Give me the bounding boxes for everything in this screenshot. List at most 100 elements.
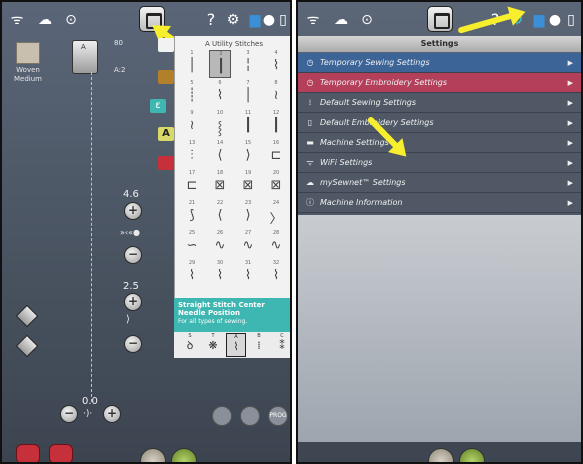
stitch-number: 3	[246, 50, 250, 56]
stitch-width-plus-button[interactable]: +	[124, 202, 142, 220]
stitch-item[interactable]: 15 ⟩	[237, 140, 259, 168]
stitch-menu: A Utility Stitches 1 │ 2 ┃ 3 ╎ 4 ⌇ 5 ┊ 6 ⌇ 7 │ 8 ≀ 9 ≀ 10 ⸾…	[174, 36, 290, 298]
stitch-number: 27	[244, 230, 252, 236]
fabric-icon[interactable]	[16, 42, 40, 64]
settings-item[interactable]: ▬ Machine Settings ▶	[298, 133, 581, 153]
stitch-glyph-icon: ∽	[186, 238, 198, 253]
stitch-item[interactable]: 1 │	[181, 50, 203, 78]
stitch-number: 17	[188, 170, 196, 176]
stitch-number: 18	[216, 170, 224, 176]
wifi-icon[interactable]: ᯤ	[8, 11, 26, 29]
stitch-item[interactable]: 8 ≀	[265, 80, 287, 108]
stitch-item[interactable]: 24 〉	[265, 200, 287, 228]
settings-icon[interactable]: ⚙	[224, 11, 242, 29]
stitch-item[interactable]: 9 ≀	[181, 110, 203, 138]
stitch-item[interactable]: 3 ╎	[237, 50, 259, 78]
quick-help-icon[interactable]	[49, 444, 73, 462]
stitch-item[interactable]: 4 ⌇	[265, 50, 287, 78]
stitch-item[interactable]: 13 ⫶	[181, 140, 203, 168]
stitch-item[interactable]: 32 ⌇	[265, 260, 287, 288]
stitch-item[interactable]: 19 ⊠	[237, 170, 259, 198]
bobbin-icon[interactable]	[140, 448, 166, 462]
settings-empty-area	[298, 215, 581, 442]
tab-stitch-techniques[interactable]: ɛ	[150, 99, 166, 113]
cloud-icon[interactable]: ☁	[36, 11, 54, 29]
thread-icon[interactable]	[459, 448, 485, 462]
needle-position-plus-button[interactable]: +	[103, 405, 121, 423]
stitch-number: 9	[190, 110, 194, 116]
stitch-item[interactable]: 10 ⸾	[209, 110, 231, 138]
stitch-glyph-icon: ⌇	[272, 58, 280, 73]
stitch-item[interactable]: 26 ∿	[209, 230, 231, 258]
settings-item-label: mySewnet™ Settings	[320, 178, 406, 187]
help-icon[interactable]: ?	[202, 11, 220, 29]
stitch-category-c[interactable]: C ⁑	[272, 333, 290, 357]
stitch-item[interactable]: 12 ┃	[265, 110, 287, 138]
stitch-glyph-icon: ╎	[244, 58, 252, 73]
stitch-number: 2	[219, 51, 223, 57]
stitch-glyph-icon: ⌇	[244, 268, 252, 283]
stitch-item[interactable]: 25 ∽	[181, 230, 203, 258]
settings-item[interactable]: ◷ Temporary Embroidery Settings ▶	[298, 73, 581, 93]
tab-stitch-menu[interactable]	[158, 38, 174, 52]
stitch-item[interactable]: 17 ⊏	[181, 170, 203, 198]
tab-bobbin[interactable]	[158, 70, 174, 84]
file-icon[interactable]	[240, 406, 260, 426]
stitch-category-b[interactable]: B ⁞	[249, 333, 269, 357]
thread-icon[interactable]	[171, 448, 197, 462]
settings-item[interactable]: ☁ mySewnet™ Settings ▶	[298, 173, 581, 193]
stitch-item[interactable]: 30 ⌇	[209, 260, 231, 288]
stitch-item[interactable]: 31 ⌇	[237, 260, 259, 288]
stitch-item[interactable]: 11 ┃	[237, 110, 259, 138]
stitch-length-minus-button[interactable]: −	[124, 335, 142, 353]
settings-item[interactable]: ▯Default Embroidery Settings▶	[298, 113, 581, 133]
stitch-number: 11	[244, 110, 252, 116]
stitch-item[interactable]: 18 ⊠	[209, 170, 231, 198]
needle-line	[91, 72, 92, 402]
shape-icon[interactable]	[16, 444, 40, 462]
stitch-glyph-icon: │	[188, 58, 196, 73]
stitch-item[interactable]: 14 ⟨	[209, 140, 231, 168]
stitch-width-minus-button[interactable]: −	[124, 246, 142, 264]
stitch-item[interactable]: 2 ┃	[209, 50, 231, 78]
stitch-item[interactable]: 22 ⟨	[209, 200, 231, 228]
stitch-item[interactable]: 5 ┊	[181, 80, 203, 108]
settings-item[interactable]: ◷ Temporary Sewing Settings ▶	[298, 53, 581, 73]
mirror-side-button[interactable]	[15, 304, 39, 328]
stitch-item[interactable]: 21 ⟆	[181, 200, 203, 228]
settings-item[interactable]: ⁞ Default Sewing Settings ▶	[298, 93, 581, 113]
account-icon[interactable]: ⊙	[358, 11, 376, 29]
stitch-item[interactable]: 23 ⟩	[237, 200, 259, 228]
stitch-item[interactable]: 16 ⊏	[265, 140, 287, 168]
cloud-icon[interactable]: ☁	[332, 11, 350, 29]
stitch-item[interactable]: 27 ∿	[237, 230, 259, 258]
mirror-end-button[interactable]	[15, 334, 39, 358]
stitch-glyph-icon: ⟩	[245, 208, 251, 223]
settings-item[interactable]: ᯤ WiFi Settings ▶	[298, 153, 581, 173]
stitch-category-a[interactable]: A ⌇	[226, 333, 246, 357]
stitch-glyph-icon: ┃	[217, 59, 225, 74]
settings-title: Settings	[298, 36, 581, 52]
presser-foot-letter: A	[81, 43, 86, 51]
stitch-category-t[interactable]: T ❋	[203, 333, 223, 357]
stitch-item[interactable]: 28 ∿	[265, 230, 287, 258]
stitch-item[interactable]: 20 ⊠	[265, 170, 287, 198]
stitch-category-s[interactable]: Sꝺ	[180, 333, 200, 357]
wifi-icon[interactable]: ᯤ	[304, 11, 322, 29]
tab-fonts[interactable]: A	[158, 127, 174, 141]
home-button[interactable]	[427, 6, 453, 32]
tab-embroidery[interactable]	[158, 156, 174, 170]
sequence-icon[interactable]	[212, 406, 232, 426]
stitch-number: 12	[272, 110, 280, 116]
bobbin-icon[interactable]	[428, 448, 454, 462]
stitch-item[interactable]: 6 ⌇	[209, 80, 231, 108]
account-icon[interactable]: ⊙	[62, 11, 80, 29]
prog-button[interactable]: PROG	[268, 406, 288, 426]
window-icon[interactable]: ▯	[274, 11, 290, 29]
stitch-item[interactable]: 7 │	[237, 80, 259, 108]
needle-position-minus-button[interactable]: −	[60, 405, 78, 423]
window-icon[interactable]: ▯	[562, 11, 580, 29]
settings-item[interactable]: ⓘ Machine Information ▶	[298, 193, 581, 213]
stitch-item[interactable]: 29 ⌇	[181, 260, 203, 288]
stitch-length-plus-button[interactable]: +	[124, 293, 142, 311]
